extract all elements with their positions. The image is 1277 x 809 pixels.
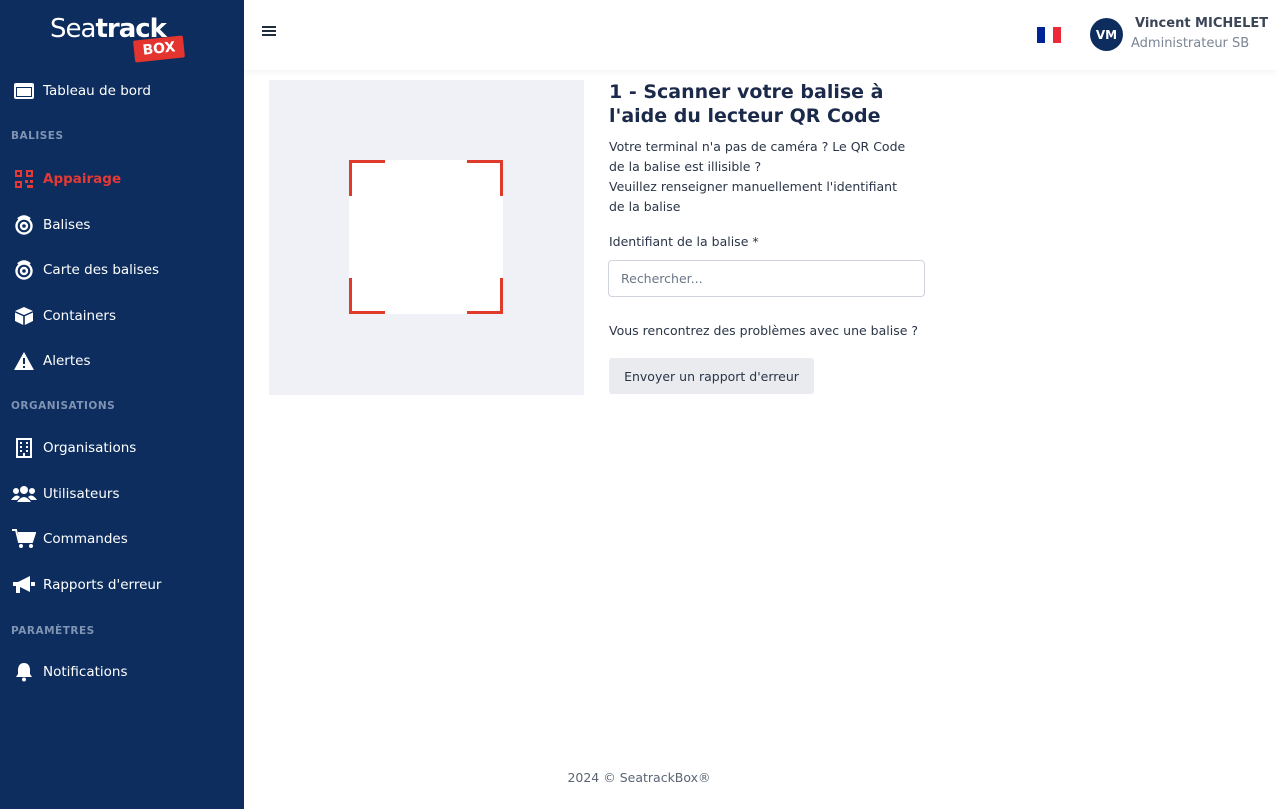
flag-stripe-red [1053,27,1061,43]
sidebar-item-rapports-erreur[interactable]: Rapports d'erreur [11,571,162,599]
sidebar-item-label: Alertes [43,353,91,369]
required-marker: * [752,234,759,249]
footer-copyright: 2024 © SeatrackBox® [567,770,711,785]
building-icon [11,436,37,460]
user-name[interactable]: Vincent MICHELET [1135,16,1268,31]
sidebar-item-appairage[interactable]: Appairage [11,165,121,193]
sidebar-item-carte-des-balises[interactable]: Carte des balises [11,256,159,284]
dashboard-icon [11,79,37,103]
sidebar-item-label: Balises [43,217,91,233]
user-avatar[interactable]: VM [1090,18,1123,51]
seatrackbox-logo[interactable]: Seatrack BOX [50,12,190,64]
sidebar-item-label: Utilisateurs [43,486,120,502]
logo-badge: BOX [132,35,186,63]
user-role: Administrateur SB [1131,36,1250,51]
sidebar-item-notifications[interactable]: Notifications [11,658,128,686]
sidebar-item-label: Organisations [43,440,137,456]
top-header: VM Vincent MICHELET Administrateur SB [244,0,1277,70]
sidebar-item-label: Rapports d'erreur [43,577,162,593]
sidebar: Seatrack BOX Tableau de bord BALISES App… [0,0,244,809]
sidebar-item-label: Commandes [43,531,128,547]
problem-question: Vous rencontrez des problèmes avec une b… [609,323,919,338]
qrcode-icon [11,167,37,191]
sidebar-item-organisations[interactable]: Organisations [11,434,136,462]
scan-corner-bottom-right [467,278,503,314]
sidebar-item-balises[interactable]: Balises [11,211,90,239]
page-title: 1 - Scanner votre balise à l'aide du lec… [609,81,884,127]
sidebar-item-utilisateurs[interactable]: Utilisateurs [11,480,119,508]
bell-icon [11,660,37,684]
scan-corner-bottom-left [349,278,385,314]
beacon-icon [11,213,37,237]
beacon-id-label-text: Identifiant de la balise [609,234,749,249]
sidebar-item-label: Carte des balises [43,262,160,278]
sidebar-item-label: Notifications [43,664,128,680]
sidebar-item-label: Appairage [43,171,122,187]
cart-icon [11,527,37,551]
megaphone-icon [11,573,37,597]
flag-stripe-blue [1037,27,1045,43]
menu-toggle-icon[interactable] [262,24,278,40]
french-flag-icon[interactable] [1037,27,1061,43]
description-line: Votre terminal n'a pas de caméra ? Le QR… [609,139,906,154]
users-icon [11,482,37,506]
box-icon [11,304,37,328]
description-line: de la balise [609,199,681,214]
alert-icon [11,349,37,373]
map-beacon-icon [11,258,37,282]
section-balises: BALISES [11,130,64,142]
sidebar-item-label: Containers [43,308,117,324]
scan-corner-top-left [349,160,385,196]
beacon-id-search-input[interactable] [608,260,925,297]
flag-stripe-white [1045,27,1053,43]
beacon-id-label: Identifiant de la balise * [609,234,759,249]
sidebar-item-label: Tableau de bord [43,83,151,99]
send-error-report-button[interactable]: Envoyer un rapport d'erreur [609,358,814,394]
qr-scan-frame [349,160,503,314]
sidebar-item-alertes[interactable]: Alertes [11,347,90,375]
section-organisations: ORGANISATIONS [11,400,116,412]
sidebar-item-containers[interactable]: Containers [11,302,116,330]
sidebar-item-commandes[interactable]: Commandes [11,525,128,553]
section-parametres: PARAMÈTRES [11,625,95,637]
sidebar-item-dashboard[interactable]: Tableau de bord [11,77,151,105]
description-line: de la balise est illisible ? [609,159,762,174]
qr-scanner-panel [269,80,584,395]
description-line: Veuillez renseigner manuellement l'ident… [609,179,897,194]
manual-entry-description: Votre terminal n'a pas de caméra ? Le QR… [609,137,929,217]
scan-corner-top-right [467,160,503,196]
